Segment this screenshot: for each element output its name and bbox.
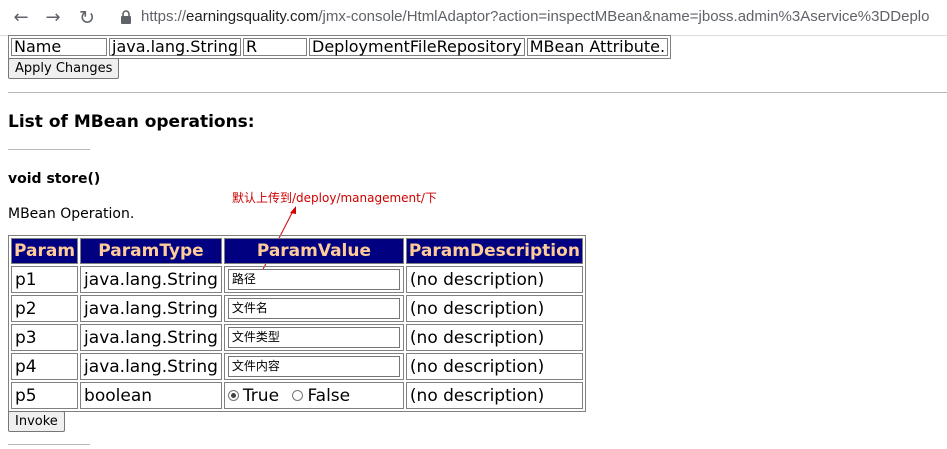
param-value-input[interactable]: 文件内容: [227, 356, 400, 377]
param-name: p1: [11, 266, 79, 293]
operation-divider: [8, 149, 90, 150]
attribute-table: Name java.lang.String R DeploymentFileRe…: [8, 35, 672, 59]
annotation-text: 默认上传到/deploy/management/下: [232, 191, 437, 205]
operation-divider: [8, 444, 90, 445]
operation-params-table: Param ParamType ParamValue ParamDescript…: [8, 235, 586, 412]
address-bar[interactable]: https://earningsquality.com/jmx-console/…: [141, 8, 947, 25]
back-arrow-icon[interactable]: ←: [8, 0, 34, 35]
radio-true-label[interactable]: True: [243, 386, 279, 406]
radio-false[interactable]: [292, 390, 304, 401]
attribute-access: R: [243, 38, 307, 56]
invoke-button[interactable]: Invoke: [8, 411, 65, 432]
boolean-radio-group: True False: [223, 382, 404, 409]
param-name: p2: [11, 295, 79, 322]
forward-arrow-icon[interactable]: →: [40, 0, 66, 35]
header-param: Param: [11, 238, 79, 264]
param-description: (no description): [405, 324, 583, 351]
operations-heading: List of MBean operations:: [8, 112, 255, 132]
url-path: /jmx-console/HtmlAdaptor?action=inspectM…: [318, 8, 930, 25]
attribute-value: DeploymentFileRepository: [309, 38, 525, 56]
url-scheme: https://: [141, 8, 187, 25]
reload-icon[interactable]: ↻: [74, 0, 100, 35]
param-name: p5: [11, 382, 79, 409]
attribute-type: java.lang.String: [109, 38, 241, 56]
param-type: boolean: [80, 382, 222, 409]
param-name: p4: [11, 353, 79, 380]
lock-icon[interactable]: [118, 9, 134, 25]
param-description: (no description): [405, 382, 583, 409]
param-row: p5 boolean True False (no description): [11, 382, 583, 409]
param-type: java.lang.String: [80, 266, 222, 293]
section-divider: [8, 92, 947, 93]
apply-changes-button[interactable]: Apply Changes: [8, 58, 120, 79]
attribute-name: Name: [11, 38, 107, 56]
header-param-description: ParamDescription: [405, 238, 583, 264]
param-description: (no description): [405, 295, 583, 322]
browser-toolbar: ← → ↻ https://earningsquality.com/jmx-co…: [0, 0, 947, 36]
param-type: java.lang.String: [80, 353, 222, 380]
operation-description: MBean Operation.: [8, 206, 135, 222]
header-param-value: ParamValue: [223, 238, 404, 264]
param-value-input[interactable]: 路径: [227, 269, 400, 290]
param-name: p3: [11, 324, 79, 351]
param-value-input[interactable]: 文件类型: [227, 327, 400, 348]
param-row: p1 java.lang.String 路径 (no description): [11, 266, 583, 293]
attribute-row: Name java.lang.String R DeploymentFileRe…: [11, 38, 669, 56]
header-param-type: ParamType: [80, 238, 222, 264]
param-type: java.lang.String: [80, 295, 222, 322]
param-type: java.lang.String: [80, 324, 222, 351]
url-host: earningsquality.com: [186, 8, 319, 25]
param-value-input[interactable]: 文件名: [227, 298, 400, 319]
operation-signature: void store(): [8, 171, 101, 187]
param-description: (no description): [405, 266, 583, 293]
param-row: p4 java.lang.String 文件内容 (no description…: [11, 353, 583, 380]
param-row: p2 java.lang.String 文件名 (no description): [11, 295, 583, 322]
param-description: (no description): [405, 353, 583, 380]
param-row: p3 java.lang.String 文件类型 (no description…: [11, 324, 583, 351]
radio-true[interactable]: [227, 390, 239, 401]
params-header-row: Param ParamType ParamValue ParamDescript…: [11, 238, 583, 264]
attribute-description: MBean Attribute.: [526, 38, 669, 56]
radio-false-label[interactable]: False: [307, 386, 350, 406]
